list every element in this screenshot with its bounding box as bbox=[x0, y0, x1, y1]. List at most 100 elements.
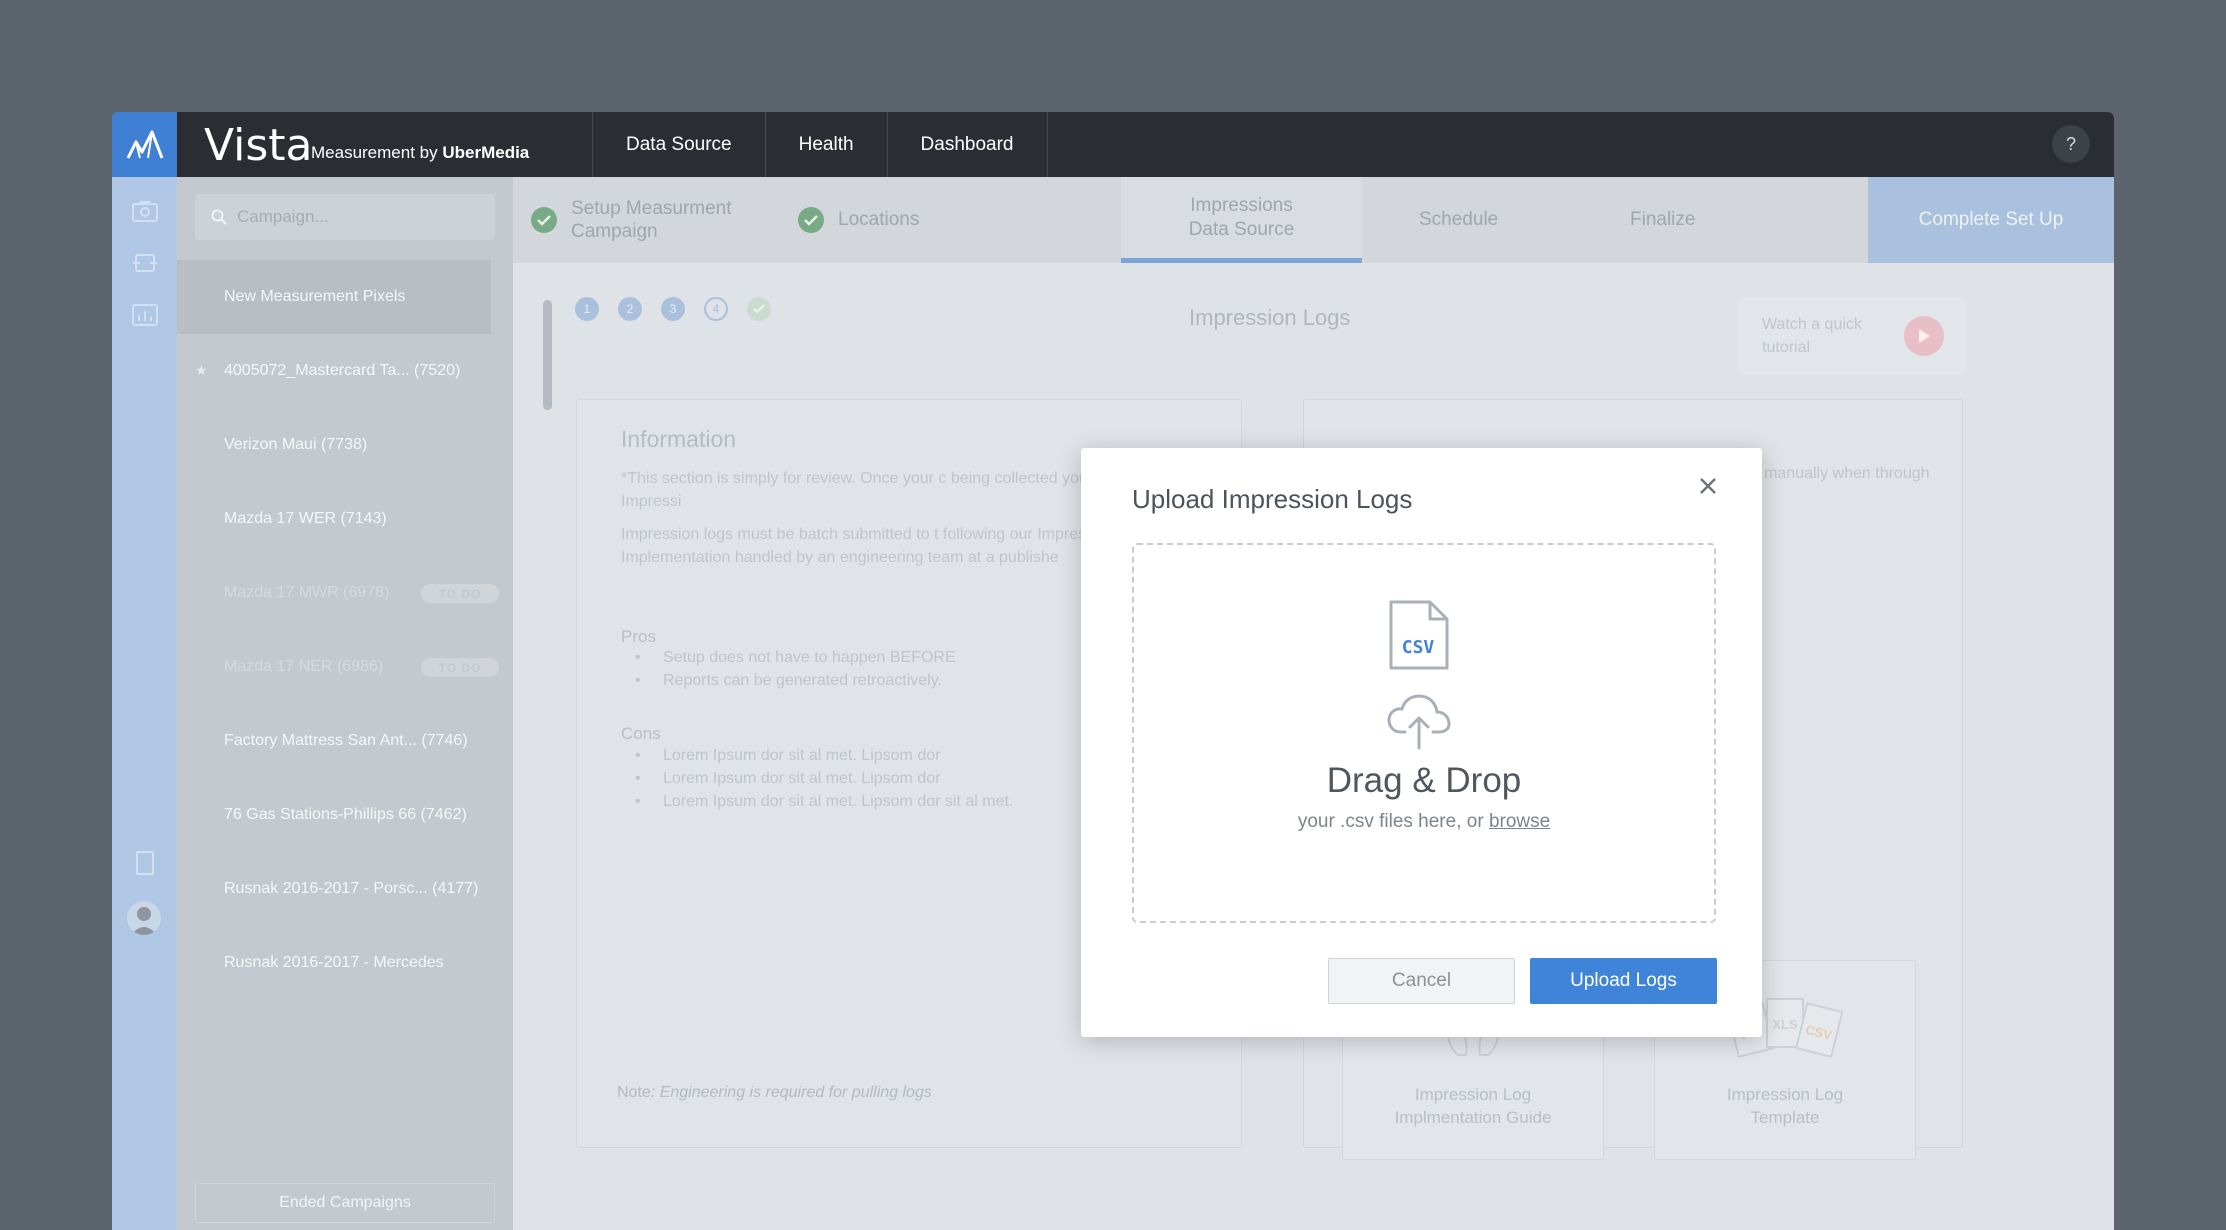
pros-item: Setup does not have to happen BEFORE bbox=[635, 646, 956, 669]
document-icon[interactable] bbox=[131, 851, 158, 875]
step-dot[interactable]: 2 bbox=[618, 297, 642, 321]
nav-health[interactable]: Health bbox=[764, 112, 887, 177]
tab-label-line2: Data Source bbox=[1188, 218, 1295, 240]
implementation-guide-label: Impression Log Implmentation Guide bbox=[1394, 1085, 1552, 1127]
pros-list: Setup does not have to happen BEFORE Rep… bbox=[635, 646, 956, 692]
modal-title: Upload Impression Logs bbox=[1132, 484, 1413, 514]
tutorial-label: Watch a quick tutorial bbox=[1762, 316, 1862, 356]
close-icon[interactable] bbox=[1694, 472, 1722, 500]
tab-setup[interactable]: Setup Measurment Campaign bbox=[531, 177, 771, 263]
camera-icon[interactable] bbox=[131, 199, 158, 223]
drag-drop-subtitle: your .csv files here, or browse bbox=[1134, 811, 1714, 833]
top-bar: Vista Measurement by UberMedia Data Sour… bbox=[112, 112, 2114, 177]
brand-name: Vista bbox=[204, 120, 313, 171]
campaign-item[interactable]: Rusnak 2016-2017 - Mercedes bbox=[177, 926, 513, 1000]
todo-badge: TO DO bbox=[421, 658, 499, 677]
file-dropzone[interactable]: CSV Drag & Drop your .csv files here, or… bbox=[1132, 543, 1716, 923]
information-title: Information bbox=[621, 426, 737, 452]
campaign-item[interactable]: New Measurement Pixels bbox=[177, 260, 491, 334]
tab-finalize[interactable]: Finalize bbox=[1630, 177, 1695, 263]
step-indicator: 1 2 3 4 bbox=[575, 297, 771, 321]
complete-setup-button[interactable]: Complete Set Up bbox=[1868, 177, 2114, 263]
pros-title: Pros bbox=[621, 627, 656, 646]
avatar-icon bbox=[131, 907, 157, 935]
step-done-check-icon[interactable] bbox=[747, 297, 771, 321]
sync-icon[interactable] bbox=[131, 251, 158, 275]
campaign-item[interactable]: Mazda 17 NER (6986) TO DO bbox=[177, 630, 513, 704]
campaign-item[interactable]: ★ 4005072_Mastercard Ta... (7520) bbox=[177, 334, 513, 408]
csv-file-icon: CSV bbox=[1388, 599, 1450, 676]
ended-campaigns-button[interactable]: Ended Campaigns bbox=[195, 1183, 495, 1223]
setup-steps: Setup Measurment Campaign Locations Impr… bbox=[513, 177, 2114, 263]
campaign-label: Rusnak 2016-2017 - Porsc... (4177) bbox=[224, 880, 479, 897]
cancel-button[interactable]: Cancel bbox=[1328, 958, 1515, 1004]
step-dot[interactable]: 3 bbox=[661, 297, 685, 321]
campaign-item[interactable]: Verizon Maui (7738) bbox=[177, 408, 513, 482]
cons-title: Cons bbox=[621, 724, 661, 743]
browse-link[interactable]: browse bbox=[1489, 811, 1550, 832]
tutorial-card[interactable]: Watch a quick tutorial bbox=[1738, 297, 1966, 375]
logo-mark-icon bbox=[126, 130, 163, 159]
vista-logo[interactable] bbox=[112, 112, 177, 177]
note-label: Note bbox=[617, 1084, 651, 1101]
search-icon bbox=[211, 209, 227, 225]
brand-company: UberMedia bbox=[442, 143, 530, 162]
engineering-note: Note: Engineering is required for pullin… bbox=[617, 1084, 932, 1102]
todo-badge: TO DO bbox=[421, 584, 499, 603]
campaign-list: New Measurement Pixels ★ 4005072_Masterca… bbox=[177, 260, 513, 1000]
drag-drop-hint: your .csv files here, or bbox=[1297, 811, 1489, 832]
campaign-item[interactable]: Factory Mattress San Ant... (7746) bbox=[177, 704, 513, 778]
step-dot[interactable]: 1 bbox=[575, 297, 599, 321]
campaign-label: Mazda 17 WER (7143) bbox=[224, 510, 387, 527]
upload-logs-button[interactable]: Upload Logs bbox=[1530, 958, 1717, 1004]
campaign-label: Mazda 17 NER (6986) bbox=[224, 658, 384, 675]
cloud-upload-icon bbox=[1387, 694, 1451, 755]
icon-rail bbox=[112, 177, 177, 1230]
tab-label: Setup Measurment Campaign bbox=[571, 198, 732, 242]
tab-label-line1: Impressions bbox=[1190, 194, 1293, 216]
nav-data-source[interactable]: Data Source bbox=[592, 112, 765, 177]
check-icon bbox=[531, 207, 557, 233]
cons-item: Lorem Ipsum dor sit al met. Lipsom dor s… bbox=[635, 790, 1013, 813]
campaign-label: Factory Mattress San Ant... (7746) bbox=[224, 732, 468, 749]
nav-dashboard[interactable]: Dashboard bbox=[886, 112, 1048, 177]
app-window: Vista Measurement by UberMedia Data Sour… bbox=[112, 112, 2114, 1230]
campaign-item[interactable]: Rusnak 2016-2017 - Porsc... (4177) bbox=[177, 852, 513, 926]
campaign-label: 4005072_Mastercard Ta... (7520) bbox=[224, 362, 461, 379]
campaign-label: Rusnak 2016-2017 - Mercedes bbox=[224, 954, 444, 971]
campaign-item[interactable]: Mazda 17 WER (7143) bbox=[177, 482, 513, 556]
brand-sub-prefix: Measurement by bbox=[311, 143, 443, 162]
star-icon[interactable]: ★ bbox=[195, 362, 208, 379]
pros-item: Reports can be generated retroactively. bbox=[635, 669, 956, 692]
campaign-item[interactable]: 76 Gas Stations-Phillips 66 (7462) bbox=[177, 778, 513, 852]
main-nav: Data Source Health Dashboard bbox=[592, 112, 1048, 177]
campaign-item[interactable]: Mazda 17 MWR (6978) TO DO bbox=[177, 556, 513, 630]
campaign-search[interactable] bbox=[195, 194, 495, 240]
play-icon[interactable] bbox=[1904, 316, 1944, 356]
chart-icon[interactable] bbox=[131, 303, 158, 327]
cons-list: Lorem Ipsum dor sit al met. Lipsom dor L… bbox=[635, 744, 1013, 813]
step-dot[interactable]: 4 bbox=[704, 297, 728, 321]
campaign-label: New Measurement Pixels bbox=[224, 288, 406, 305]
tab-locations[interactable]: Locations bbox=[798, 177, 919, 263]
check-icon bbox=[798, 207, 824, 233]
brand-subtitle: Measurement by UberMedia bbox=[311, 143, 529, 163]
tab-schedule[interactable]: Schedule bbox=[1419, 177, 1498, 263]
section-title: Impression Logs bbox=[1189, 305, 1351, 330]
log-template-label: Impression Log Template bbox=[1726, 1085, 1844, 1127]
upload-logs-modal: Upload Impression Logs CSV Drag & Drop y… bbox=[1081, 448, 1762, 1037]
csv-file-icon-text: CSV bbox=[1402, 637, 1435, 658]
help-button[interactable]: ? bbox=[2052, 125, 2090, 163]
svg-text:XLS: XLS bbox=[1772, 1017, 1798, 1032]
cons-item: Lorem Ipsum dor sit al met. Lipsom dor bbox=[635, 744, 1013, 767]
campaign-label: Mazda 17 MWR (6978) bbox=[224, 584, 390, 601]
campaign-label: Verizon Maui (7738) bbox=[224, 436, 368, 453]
campaign-sidebar: New Measurement Pixels ★ 4005072_Masterca… bbox=[177, 177, 513, 1230]
campaign-search-input[interactable] bbox=[237, 207, 477, 227]
user-avatar[interactable] bbox=[127, 901, 161, 935]
tab-impressions-data-source[interactable]: Impressions Data Source bbox=[1121, 177, 1362, 263]
drag-drop-title: Drag & Drop bbox=[1326, 761, 1522, 800]
cons-item: Lorem Ipsum dor sit al met. Lipsom dor bbox=[635, 767, 1013, 790]
campaign-label: 76 Gas Stations-Phillips 66 (7462) bbox=[224, 806, 467, 823]
note-text: : Engineering is required for pulling lo… bbox=[650, 1084, 932, 1101]
